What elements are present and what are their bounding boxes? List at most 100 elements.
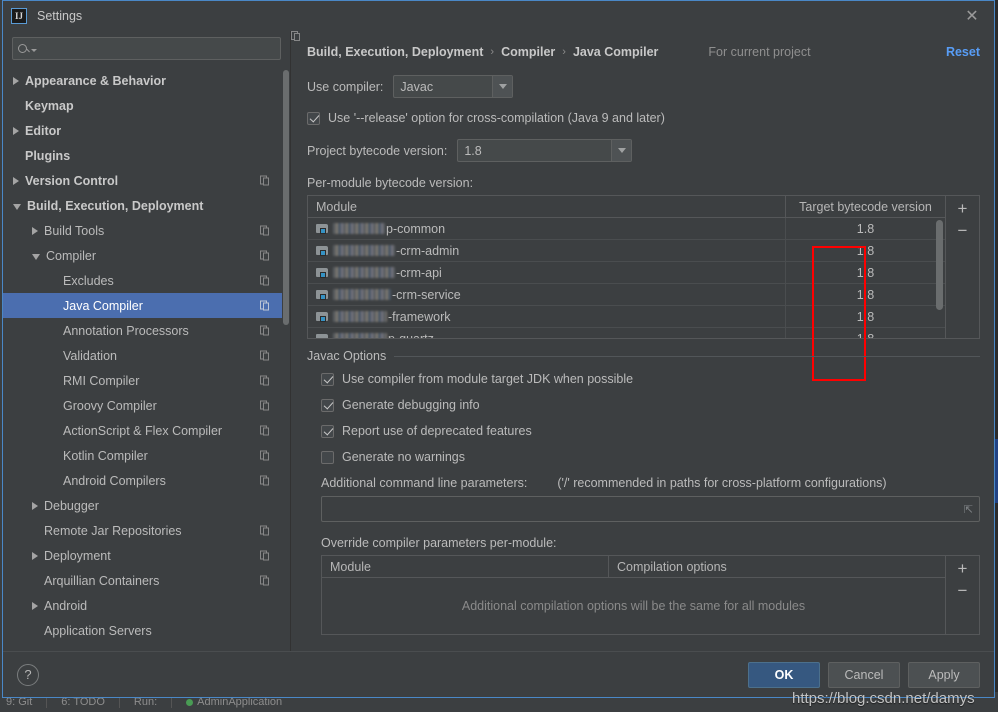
sidebar-item-keymap[interactable]: Keymap	[3, 93, 282, 118]
column-header-module[interactable]: Module	[308, 196, 785, 217]
copy-settings-icon[interactable]	[260, 275, 270, 286]
javac-option-checkbox[interactable]	[321, 398, 334, 412]
reset-link[interactable]: Reset	[946, 45, 980, 59]
copy-settings-icon[interactable]	[260, 425, 270, 436]
sidebar-item-application-servers[interactable]: Application Servers	[3, 618, 282, 643]
sidebar-scrollbar[interactable]	[283, 70, 289, 325]
override-params-table[interactable]: Module Compilation options Additional co…	[321, 555, 980, 635]
chevron-down-icon[interactable]	[611, 140, 632, 161]
module-name-cell[interactable]: -crm-admin	[308, 240, 785, 261]
module-name-cell[interactable]: -crm-service	[308, 284, 785, 305]
chevron-right-icon[interactable]	[32, 601, 38, 610]
column-header-target-bytecode[interactable]: Target bytecode version	[785, 196, 945, 217]
target-bytecode-cell[interactable]: 1.8	[785, 284, 945, 305]
module-table-scrollbar[interactable]	[936, 220, 943, 310]
module-name-cell[interactable]: -framework	[308, 306, 785, 327]
sidebar-item-build-execution-deployment[interactable]: Build, Execution, Deployment	[3, 193, 282, 218]
copy-settings-icon[interactable]	[260, 350, 270, 361]
chevron-right-icon[interactable]	[32, 551, 38, 560]
sidebar-item-plugins[interactable]: Plugins	[3, 143, 282, 168]
copy-settings-icon[interactable]	[260, 450, 270, 461]
sidebar-item-arquillian-containers[interactable]: Arquillian Containers	[3, 568, 282, 593]
module-table-body[interactable]: p-common 1.8 -crm-admin 1.8 -crm-api 1.8 -crm-…	[308, 218, 945, 338]
copy-settings-icon[interactable]	[260, 550, 270, 561]
sidebar-item-deployment[interactable]: Deployment	[3, 543, 282, 568]
target-bytecode-cell[interactable]: 1.8	[785, 218, 945, 239]
sidebar-item-excludes[interactable]: Excludes	[3, 268, 282, 293]
sidebar-item-compiler[interactable]: Compiler	[3, 243, 282, 268]
javac-option-checkbox[interactable]	[321, 450, 334, 464]
search-input[interactable]	[37, 40, 275, 57]
sidebar-item-android[interactable]: Android	[3, 593, 282, 618]
chevron-right-icon[interactable]	[32, 226, 38, 235]
copy-settings-icon[interactable]	[260, 250, 270, 261]
expand-icon[interactable]: ⇱	[964, 503, 973, 516]
breadcrumb-item-1[interactable]: Compiler	[501, 45, 555, 59]
cancel-button[interactable]: Cancel	[828, 661, 900, 688]
module-name-cell[interactable]: p-common	[308, 218, 785, 239]
copy-settings-icon[interactable]	[260, 325, 270, 336]
sidebar-item-editor[interactable]: Editor	[3, 118, 282, 143]
sidebar-item-annotation-processors[interactable]: Annotation Processors	[3, 318, 282, 343]
target-bytecode-cell[interactable]: 1.8	[785, 262, 945, 283]
javac-option-row[interactable]: Report use of deprecated features	[321, 424, 980, 438]
copy-settings-icon[interactable]	[260, 375, 270, 386]
chevron-down-icon[interactable]	[13, 203, 21, 210]
column-header-override-module[interactable]: Module	[322, 556, 608, 577]
target-bytecode-cell[interactable]: 1.8	[785, 240, 945, 261]
sidebar-item-android-compilers[interactable]: Android Compilers	[3, 468, 282, 493]
help-button[interactable]: ?	[17, 663, 39, 686]
sidebar-item-actionscript-flex-compiler[interactable]: ActionScript & Flex Compiler	[3, 418, 282, 443]
copy-settings-icon[interactable]	[260, 525, 270, 536]
target-bytecode-cell[interactable]: 1.8	[785, 328, 945, 338]
sidebar-item-remote-jar-repositories[interactable]: Remote Jar Repositories	[3, 518, 282, 543]
ok-button[interactable]: OK	[748, 661, 820, 688]
javac-option-checkbox[interactable]	[321, 372, 334, 386]
use-compiler-select[interactable]: Javac	[393, 75, 514, 98]
search-box[interactable]	[12, 37, 281, 60]
target-bytecode-cell[interactable]: 1.8	[785, 306, 945, 327]
remove-module-button[interactable]: −	[950, 220, 976, 242]
sidebar-item-groovy-compiler[interactable]: Groovy Compiler	[3, 393, 282, 418]
javac-option-row[interactable]: Generate debugging info	[321, 398, 980, 412]
module-name-cell[interactable]: -crm-api	[308, 262, 785, 283]
copy-settings-icon[interactable]	[260, 300, 270, 311]
project-bytecode-select[interactable]: 1.8	[457, 139, 633, 162]
remove-override-button[interactable]: −	[950, 580, 976, 602]
table-row[interactable]: -crm-api 1.8	[308, 262, 945, 284]
sidebar-item-appearance-behavior[interactable]: Appearance & Behavior	[3, 68, 282, 93]
release-option-checkbox[interactable]	[307, 111, 320, 125]
chevron-down-icon[interactable]	[32, 253, 40, 260]
module-bytecode-table[interactable]: Module Target bytecode version p-common 1…	[307, 195, 980, 339]
chevron-right-icon[interactable]	[13, 76, 19, 85]
copy-settings-icon[interactable]	[260, 225, 270, 236]
release-option-row[interactable]: Use '--release' option for cross-compila…	[307, 111, 980, 125]
sidebar-item-kotlin-compiler[interactable]: Kotlin Compiler	[3, 443, 282, 468]
additional-params-input[interactable]: ⇱	[321, 496, 980, 522]
table-row[interactable]: p-common 1.8	[308, 218, 945, 240]
copy-settings-icon[interactable]	[260, 175, 270, 186]
add-override-button[interactable]: +	[950, 558, 976, 580]
javac-option-row[interactable]: Use compiler from module target JDK when…	[321, 372, 980, 386]
sidebar-item-build-tools[interactable]: Build Tools	[3, 218, 282, 243]
chevron-right-icon[interactable]	[13, 126, 19, 135]
add-module-button[interactable]: +	[950, 198, 976, 220]
sidebar-item-debugger[interactable]: Debugger	[3, 493, 282, 518]
table-row[interactable]: p-quartz 1.8	[308, 328, 945, 338]
chevron-right-icon[interactable]	[13, 176, 19, 185]
chevron-right-icon[interactable]	[32, 501, 38, 510]
sidebar-item-rmi-compiler[interactable]: RMI Compiler	[3, 368, 282, 393]
sidebar-item-java-compiler[interactable]: Java Compiler	[3, 293, 282, 318]
column-header-compilation-options[interactable]: Compilation options	[608, 556, 945, 577]
chevron-down-icon[interactable]	[492, 76, 513, 97]
table-row[interactable]: -crm-admin 1.8	[308, 240, 945, 262]
javac-option-row[interactable]: Generate no warnings	[321, 450, 980, 464]
module-name-cell[interactable]: p-quartz	[308, 328, 785, 338]
apply-button[interactable]: Apply	[908, 661, 980, 688]
copy-settings-icon[interactable]	[260, 400, 270, 411]
sidebar-item-version-control[interactable]: Version Control	[3, 168, 282, 193]
table-row[interactable]: -framework 1.8	[308, 306, 945, 328]
sidebar-item-validation[interactable]: Validation	[3, 343, 282, 368]
copy-settings-icon[interactable]	[260, 575, 270, 586]
close-icon[interactable]: ✕	[950, 1, 994, 31]
